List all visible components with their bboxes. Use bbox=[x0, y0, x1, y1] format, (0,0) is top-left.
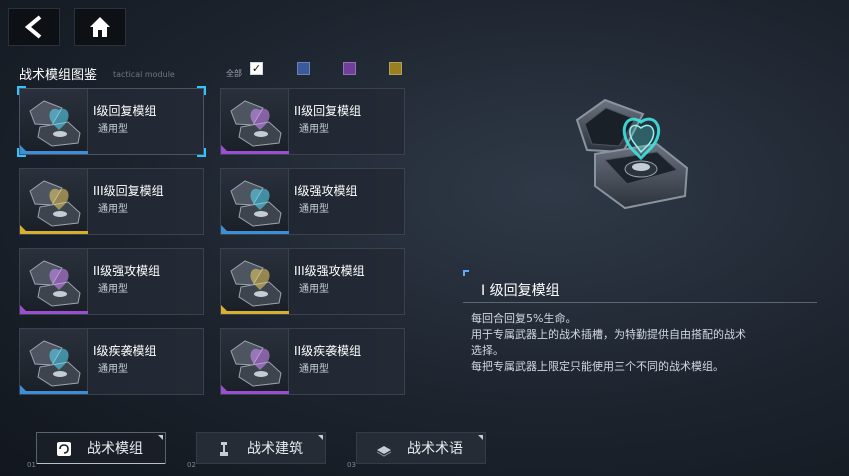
panel-subtitle: tactical module bbox=[113, 70, 175, 79]
module-thumbnail bbox=[221, 329, 289, 394]
module-name: II级疾袭模组 bbox=[294, 344, 362, 358]
module-case-icon bbox=[29, 260, 81, 307]
module-card[interactable]: I级回复模组通用型 bbox=[17, 86, 206, 157]
module-type: 通用型 bbox=[299, 124, 329, 135]
module-thumbnail bbox=[221, 89, 289, 154]
module-name: III级回复模组 bbox=[93, 184, 164, 198]
tab-tactical-terms[interactable]: 03 战术术语 bbox=[347, 432, 486, 469]
detail-line-3: 选择。 bbox=[471, 344, 504, 357]
rarity-corner bbox=[20, 225, 26, 231]
module-name: II级强攻模组 bbox=[93, 264, 161, 278]
rarity-bar bbox=[20, 391, 88, 394]
module-thumbnail bbox=[221, 249, 289, 314]
rarity-bar bbox=[20, 311, 88, 314]
module-case-icon bbox=[230, 100, 282, 147]
detail-line-4: 每把专属武器上限定只能使用三个不同的战术模组。 bbox=[471, 360, 724, 373]
tab-active-underline bbox=[37, 463, 165, 464]
filter-all-label: 全部 bbox=[226, 69, 242, 78]
module-card[interactable]: III级强攻模组通用型 bbox=[220, 248, 405, 315]
home-button[interactable] bbox=[74, 8, 126, 46]
module-thumbnail bbox=[20, 89, 88, 154]
tab-corner-mark bbox=[478, 435, 483, 440]
module-type: 通用型 bbox=[299, 364, 329, 375]
tab-number: 03 bbox=[347, 461, 356, 469]
back-button[interactable] bbox=[8, 8, 60, 46]
rarity-bar bbox=[20, 151, 88, 154]
module-type: 通用型 bbox=[98, 124, 128, 135]
tab-tactical-module[interactable]: 01 战术模组 bbox=[27, 432, 166, 469]
selection-corner bbox=[197, 86, 206, 95]
module-thumbnail bbox=[20, 329, 88, 394]
rarity-bar bbox=[221, 231, 289, 234]
module-type: 通用型 bbox=[299, 284, 329, 295]
module-grid: I级回复模组 通用型 II级回复模组 通用型 III级回复模组 通用型 I级强攻模组 通用型 I… bbox=[17, 86, 407, 408]
module-card[interactable]: II级疾袭模组通用型 bbox=[220, 328, 405, 395]
module-name: II级回复模组 bbox=[294, 104, 362, 118]
module-card[interactable]: III级回复模组通用型 bbox=[19, 168, 204, 235]
tab-number: 01 bbox=[27, 461, 36, 469]
rarity-bar bbox=[221, 391, 289, 394]
home-icon bbox=[90, 17, 110, 37]
module-case-icon bbox=[29, 180, 81, 227]
rarity-corner bbox=[221, 225, 227, 231]
rarity-bar bbox=[20, 231, 88, 234]
filter-purple-swatch[interactable] bbox=[343, 62, 356, 75]
module-thumbnail bbox=[20, 169, 88, 234]
module-type: 通用型 bbox=[299, 204, 329, 215]
module-case-icon bbox=[230, 180, 282, 227]
module-card[interactable]: I级疾袭模组通用型 bbox=[19, 328, 204, 395]
rarity-corner bbox=[221, 385, 227, 391]
module-card[interactable]: II级回复模组通用型 bbox=[220, 88, 405, 155]
selection-corner bbox=[197, 148, 206, 157]
rarity-corner bbox=[20, 385, 26, 391]
tab-tactical-building[interactable]: 02 战术建筑 bbox=[187, 432, 326, 469]
module-icon bbox=[57, 442, 71, 456]
module-name: I级回复模组 bbox=[93, 104, 157, 118]
module-thumbnail bbox=[221, 169, 289, 234]
detail-title: I 级回复模组 bbox=[481, 283, 560, 299]
module-thumbnail bbox=[20, 249, 88, 314]
detail-divider bbox=[463, 302, 817, 303]
module-card[interactable]: II级强攻模组通用型 bbox=[19, 248, 204, 315]
tab-corner-mark bbox=[158, 435, 163, 440]
module-case-image bbox=[575, 98, 689, 210]
detail-line-1: 每回合回复5%生命。 bbox=[471, 312, 577, 325]
rarity-bar bbox=[221, 151, 289, 154]
module-type: 通用型 bbox=[98, 364, 128, 375]
rarity-corner bbox=[20, 305, 26, 311]
module-case-icon bbox=[29, 100, 81, 147]
module-case-icon bbox=[230, 340, 282, 387]
filter-all-checkbox[interactable]: ✓ bbox=[250, 62, 263, 75]
rarity-corner bbox=[221, 145, 227, 151]
detail-corner-marker bbox=[463, 270, 469, 276]
filter-gold-swatch[interactable] bbox=[389, 62, 402, 75]
module-card[interactable]: I级强攻模组通用型 bbox=[220, 168, 405, 235]
tower-icon bbox=[220, 442, 228, 456]
module-type: 通用型 bbox=[98, 204, 128, 215]
tab-label: 战术术语 bbox=[407, 441, 463, 457]
tab-number: 02 bbox=[187, 461, 196, 469]
detail-line-2: 用于专属武器上的战术插槽，为特勤提供自由搭配的战术 bbox=[471, 328, 746, 341]
panel-title: 战术模组图鉴 bbox=[19, 68, 98, 83]
module-type: 通用型 bbox=[98, 284, 128, 295]
module-case-icon bbox=[230, 260, 282, 307]
rarity-corner bbox=[221, 305, 227, 311]
back-arrow-icon bbox=[24, 15, 42, 39]
filter-blue-swatch[interactable] bbox=[297, 62, 310, 75]
tab-label: 战术建筑 bbox=[247, 441, 303, 457]
tab-label: 战术模组 bbox=[87, 441, 143, 457]
module-name: III级强攻模组 bbox=[294, 264, 365, 278]
module-name: I级疾袭模组 bbox=[93, 344, 157, 358]
rarity-bar bbox=[221, 311, 289, 314]
selection-corner bbox=[17, 86, 26, 95]
book-icon bbox=[376, 446, 392, 457]
detail-description: 每回合回复5%生命。 用于专属武器上的战术插槽，为特勤提供自由搭配的战术 选择。… bbox=[471, 311, 831, 375]
module-name: I级强攻模组 bbox=[294, 184, 358, 198]
selection-corner bbox=[17, 148, 26, 157]
module-case-icon bbox=[29, 340, 81, 387]
tab-corner-mark bbox=[318, 435, 323, 440]
